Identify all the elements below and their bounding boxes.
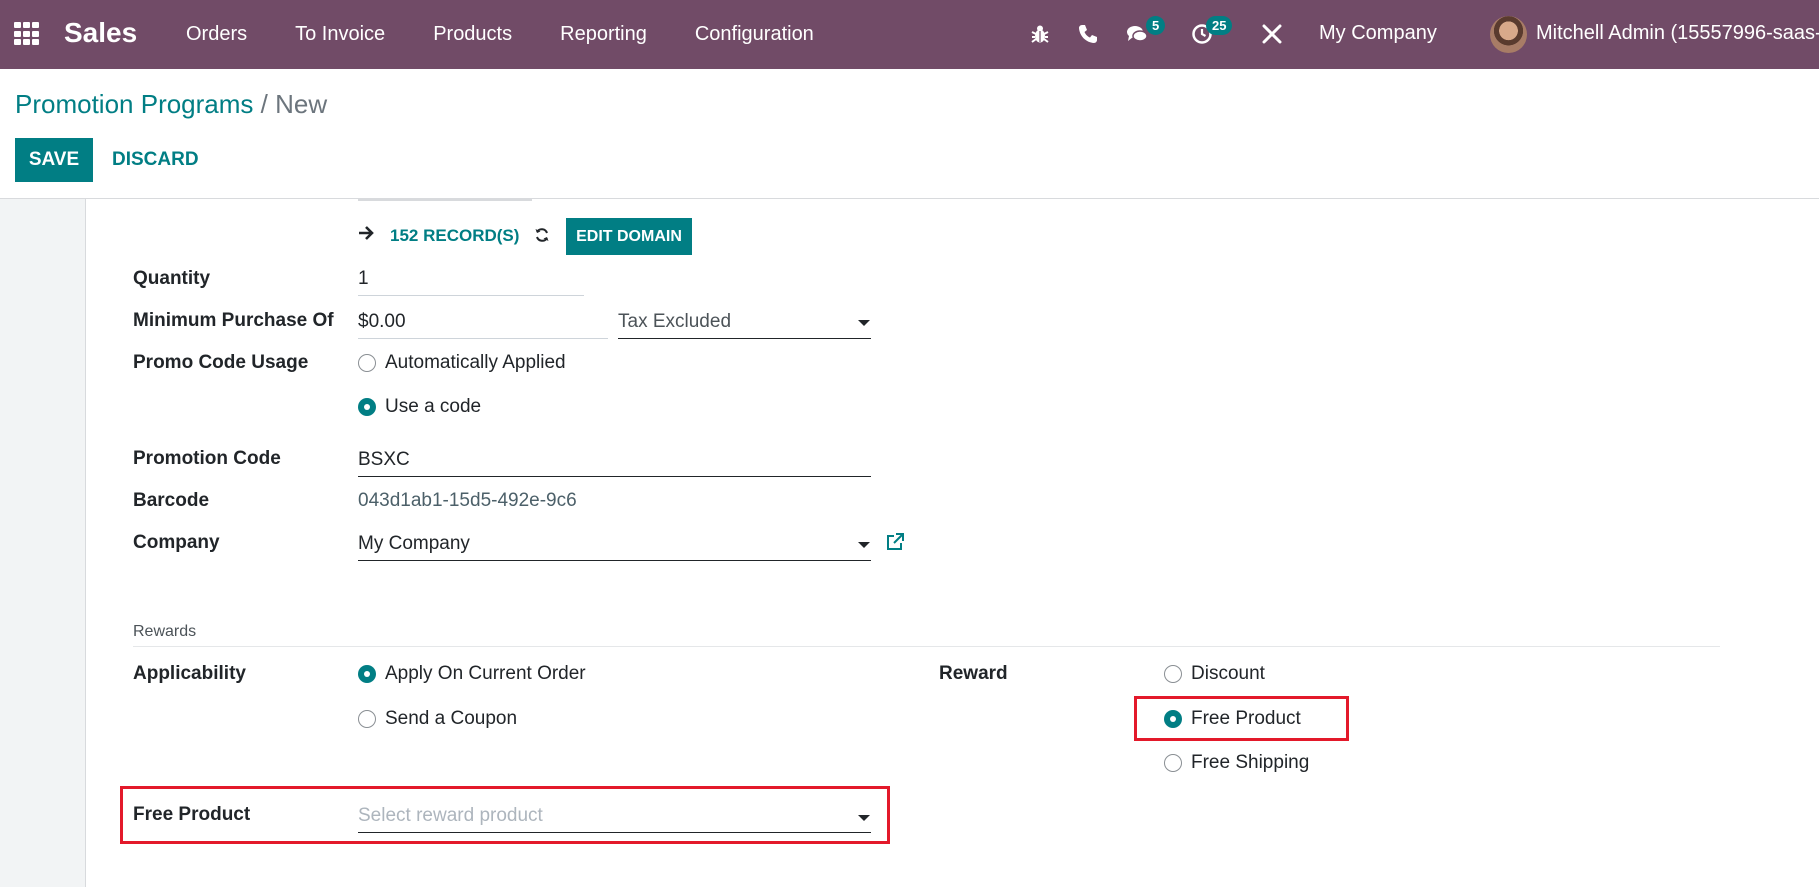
external-link-icon[interactable] [885, 532, 905, 552]
radio-use-a-code-label[interactable]: Use a code [385, 396, 481, 418]
free-product-underline [358, 832, 871, 833]
radio-use-a-code[interactable] [358, 398, 376, 416]
applicability-label: Applicability [133, 663, 246, 684]
quantity-underline [358, 295, 584, 296]
quantity-label: Quantity [133, 268, 211, 289]
radio-send-a-coupon[interactable] [358, 710, 376, 728]
free-product-chevron-down-icon[interactable] [858, 815, 870, 821]
tools-icon[interactable] [1260, 22, 1284, 46]
free-product-select[interactable]: Select reward product [358, 805, 543, 827]
tax-mode-underline [618, 338, 871, 339]
phone-icon[interactable] [1076, 22, 1100, 46]
company-label: Company [133, 532, 220, 553]
menu-reporting[interactable]: Reporting [560, 23, 647, 46]
promotion-code-underline [358, 476, 871, 477]
quantity-input[interactable]: 1 [358, 268, 369, 290]
top-navbar: Sales Orders To Invoice Products Reporti… [0, 0, 1819, 69]
barcode-value: 043d1ab1-15d5-492e-9c6 [358, 490, 577, 511]
user-menu[interactable]: Mitchell Admin (15557996-saas- [1536, 22, 1819, 45]
company-switcher[interactable]: My Company [1319, 22, 1437, 45]
menu-configuration[interactable]: Configuration [695, 23, 814, 46]
radio-send-a-coupon-label[interactable]: Send a Coupon [385, 708, 517, 730]
company-select[interactable]: My Company [358, 533, 470, 555]
form-sheet [85, 199, 1819, 887]
radio-free-product-label[interactable]: Free Product [1191, 708, 1301, 730]
radio-discount[interactable] [1164, 665, 1182, 683]
main-menu: Orders To Invoice Products Reporting Con… [186, 0, 862, 69]
menu-to-invoice[interactable]: To Invoice [295, 23, 385, 46]
minimum-purchase-label: Minimum Purchase Of [133, 310, 334, 331]
radio-apply-on-current-order[interactable] [358, 665, 376, 683]
records-count-link[interactable]: 152 RECORD(S) [390, 226, 519, 246]
radio-automatically-applied[interactable] [358, 354, 376, 372]
promotion-code-label: Promotion Code [133, 448, 281, 469]
radio-automatically-applied-label[interactable]: Automatically Applied [385, 352, 566, 374]
free-product-label: Free Product [133, 804, 251, 825]
barcode-label: Barcode [133, 490, 210, 511]
company-chevron-down-icon[interactable] [858, 542, 870, 548]
menu-orders[interactable]: Orders [186, 23, 247, 46]
rewards-section-title: Rewards [133, 623, 197, 640]
apps-grid-icon[interactable] [14, 22, 41, 46]
breadcrumb: Promotion Programs / New [15, 89, 327, 120]
minimum-purchase-underline [358, 338, 608, 339]
app-name[interactable]: Sales [64, 17, 137, 49]
tax-mode-chevron-down-icon[interactable] [858, 320, 870, 326]
messages-badge: 5 [1146, 16, 1166, 35]
radio-free-product[interactable] [1164, 710, 1182, 728]
rewards-separator [133, 646, 1720, 647]
promotion-code-input[interactable]: BSXC [358, 449, 410, 471]
radio-discount-label[interactable]: Discount [1191, 663, 1265, 685]
refresh-icon[interactable] [534, 227, 550, 243]
tax-mode-select[interactable]: Tax Excluded [618, 311, 731, 333]
discard-button[interactable]: DISCARD [112, 138, 199, 182]
minimum-purchase-input[interactable]: $0.00 [358, 311, 406, 333]
activities-badge: 25 [1206, 16, 1233, 35]
user-avatar[interactable] [1490, 16, 1527, 53]
radio-free-shipping-label[interactable]: Free Shipping [1191, 752, 1309, 774]
edit-domain-button[interactable]: EDIT DOMAIN [566, 218, 692, 255]
reward-label: Reward [939, 663, 1008, 684]
breadcrumb-parent[interactable]: Promotion Programs [15, 89, 253, 119]
menu-products[interactable]: Products [433, 23, 512, 46]
arrow-right-icon [359, 226, 374, 240]
company-underline [358, 560, 871, 561]
bug-icon[interactable] [1028, 22, 1052, 46]
save-button[interactable]: SAVE [15, 138, 93, 182]
domain-field-edge [358, 199, 532, 201]
breadcrumb-current: New [275, 89, 328, 119]
radio-apply-on-current-order-label[interactable]: Apply On Current Order [385, 663, 586, 685]
breadcrumb-separator: / [260, 89, 268, 119]
radio-free-shipping[interactable] [1164, 754, 1182, 772]
promo-code-usage-label: Promo Code Usage [133, 352, 309, 373]
